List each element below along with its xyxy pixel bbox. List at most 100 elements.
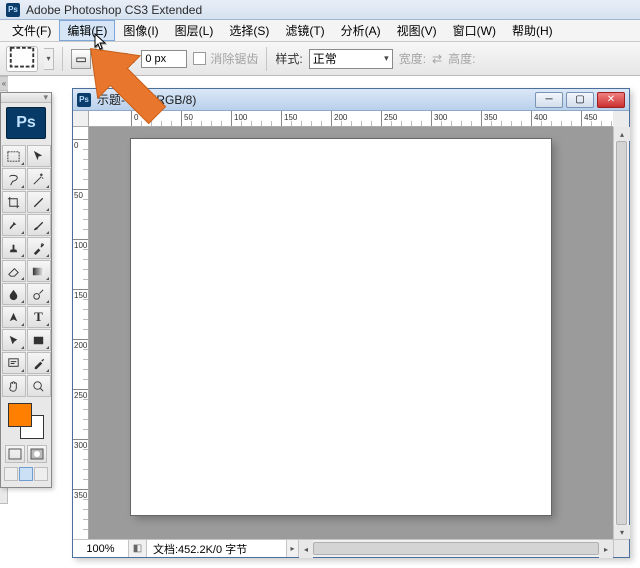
separator (62, 47, 63, 71)
tool-notes[interactable] (2, 352, 26, 374)
document-icon: Ps (77, 93, 91, 107)
menubar: 文件(F) 编辑(E) 图像(I) 图层(L) 选择(S) 滤镜(T) 分析(A… (0, 20, 640, 42)
photoshop-logo: Ps (6, 107, 46, 139)
quickmask-row (1, 443, 51, 465)
tool-crop[interactable] (2, 191, 26, 213)
tool-move[interactable] (27, 145, 51, 167)
ruler-horizontal[interactable]: 050100150200250300350400450 (89, 111, 613, 127)
color-swatch-area (1, 399, 51, 443)
separator (99, 47, 100, 71)
status-icon[interactable]: ◧ (129, 540, 147, 557)
window-buttons: ─ ▢ ✕ (535, 92, 625, 108)
screen-mode-full-menubar[interactable] (19, 467, 33, 481)
tool-lasso[interactable] (2, 168, 26, 190)
menu-layer[interactable]: 图层(L) (167, 20, 222, 41)
width-height-link-icon: ⇄ (432, 52, 442, 66)
dock-expand-button[interactable]: « (0, 77, 8, 91)
tool-history-brush[interactable] (27, 237, 51, 259)
quickmask-mode-button[interactable] (27, 445, 47, 463)
resize-grip[interactable] (613, 540, 629, 557)
menu-help[interactable]: 帮助(H) (504, 20, 561, 41)
marquee-new-button[interactable]: ▭ (71, 49, 91, 69)
scrollbar-horizontal[interactable]: ◂ ▸ (299, 540, 613, 557)
screen-mode-full[interactable] (34, 467, 48, 481)
tools-palette: ▾ Ps T (0, 92, 52, 488)
tool-slice[interactable] (27, 191, 51, 213)
separator (266, 47, 267, 71)
width-label: 宽度: (399, 50, 426, 67)
document-titlebar[interactable]: Ps 示题- 00%(RGB/8) ─ ▢ ✕ (73, 89, 629, 111)
chevron-down-icon: ▾ (384, 53, 389, 64)
scroll-thumb-vertical[interactable] (616, 141, 627, 525)
tool-gradient[interactable] (27, 260, 51, 282)
style-value: 正常 (313, 50, 337, 67)
app-title: Adobe Photoshop CS3 Extended (26, 3, 202, 17)
close-button[interactable]: ✕ (597, 92, 625, 108)
ruler-origin[interactable] (73, 111, 89, 127)
menu-edit[interactable]: 编辑(E) (59, 20, 115, 41)
tool-dodge[interactable] (27, 283, 51, 305)
menu-image[interactable]: 图像(I) (115, 20, 166, 41)
status-bar: 100% ◧ 文档:452.2K/0 字节 ▸ ◂ ▸ (73, 539, 629, 557)
screen-mode-standard[interactable] (4, 467, 18, 481)
options-bar: ▾ ▭ 羽化: 消除锯齿 样式: 正常 ▾ 宽度: ⇄ 高度: (0, 42, 640, 76)
marquee-type-group: ▭ (71, 49, 91, 69)
style-select[interactable]: 正常 ▾ (309, 49, 393, 69)
feather-input[interactable] (141, 50, 187, 68)
tool-preset-slot[interactable] (6, 46, 38, 72)
antialias-option: 消除锯齿 (193, 50, 258, 67)
canvas-viewport[interactable] (89, 127, 613, 539)
app-titlebar: Ps Adobe Photoshop CS3 Extended (0, 0, 640, 20)
tool-magic-wand[interactable] (27, 168, 51, 190)
palette-menu-icon[interactable]: ▾ (43, 92, 48, 103)
menu-select[interactable]: 选择(S) (221, 20, 277, 41)
antialias-label: 消除锯齿 (210, 50, 258, 67)
menu-filter[interactable]: 滤镜(T) (277, 20, 332, 41)
tool-hand[interactable] (2, 375, 26, 397)
menu-window[interactable]: 窗口(W) (445, 20, 504, 41)
feather-label: 羽化: (108, 50, 135, 67)
tool-eraser[interactable] (2, 260, 26, 282)
zoom-field[interactable]: 100% (73, 540, 129, 557)
palette-handle[interactable]: ▾ (1, 93, 51, 103)
app-icon: Ps (6, 3, 20, 17)
screen-mode-row (1, 465, 51, 487)
maximize-button[interactable]: ▢ (566, 92, 594, 108)
ruler-vertical[interactable]: 050100150200250300350 (73, 127, 89, 539)
canvas[interactable] (131, 139, 551, 515)
tool-zoom[interactable] (27, 375, 51, 397)
tool-healing-brush[interactable] (2, 214, 26, 236)
scroll-thumb-horizontal[interactable] (313, 542, 599, 555)
style-label: 样式: (275, 50, 302, 67)
tool-shape[interactable] (27, 329, 51, 351)
standard-mode-button[interactable] (5, 445, 25, 463)
menu-view[interactable]: 视图(V) (389, 20, 445, 41)
document-window: Ps 示题- 00%(RGB/8) ─ ▢ ✕ 0501001502002503… (72, 88, 630, 558)
antialias-checkbox (193, 52, 206, 65)
tool-clone-stamp[interactable] (2, 237, 26, 259)
minimize-button[interactable]: ─ (535, 92, 563, 108)
tool-preset-dropdown[interactable]: ▾ (44, 48, 54, 70)
tool-blur[interactable] (2, 283, 26, 305)
menu-analysis[interactable]: 分析(A) (333, 20, 389, 41)
scroll-right-button[interactable]: ▸ (599, 540, 613, 558)
rect-marquee-icon (7, 44, 37, 74)
status-menu-button[interactable]: ▸ (287, 540, 299, 557)
menu-file[interactable]: 文件(F) (4, 20, 59, 41)
tool-eyedropper[interactable] (27, 352, 51, 374)
tool-pen[interactable] (2, 306, 26, 328)
tool-rect-marquee[interactable] (2, 145, 26, 167)
scroll-up-button[interactable]: ▴ (614, 127, 630, 141)
tool-path-select[interactable] (2, 329, 26, 351)
tool-type[interactable]: T (27, 306, 51, 328)
height-label: 高度: (448, 50, 475, 67)
status-text: 文档:452.2K/0 字节 (147, 540, 287, 557)
tool-grid: T (1, 143, 51, 399)
foreground-background-swatch[interactable] (8, 403, 44, 439)
scroll-left-button[interactable]: ◂ (299, 540, 313, 558)
foreground-color[interactable] (8, 403, 32, 427)
tool-brush[interactable] (27, 214, 51, 236)
document-title: 示题- 00%(RGB/8) (97, 91, 529, 108)
scroll-down-button[interactable]: ▾ (614, 525, 630, 539)
scrollbar-vertical[interactable]: ▴ ▾ (613, 127, 629, 539)
